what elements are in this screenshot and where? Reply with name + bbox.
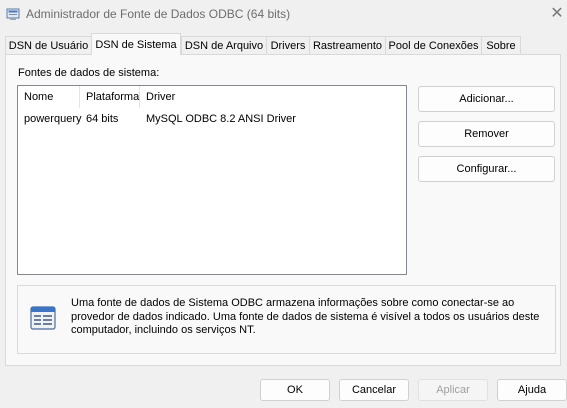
tab-panel: Fontes de dados de sistema: Nome Platafo… [5,54,561,366]
tab-tracing[interactable]: Rastreamento [309,36,386,54]
list-header: Nome Plataforma Driver [18,86,406,108]
info-text: Uma fonte de dados de Sistema ODBC armaz… [71,297,540,336]
odbc-admin-icon [6,8,20,20]
cell-platform: 64 bits [86,113,119,125]
close-button[interactable]: ✕ [547,3,567,25]
tab-connection-pool[interactable]: Pool de Conexões [385,36,482,54]
window-title: Administrador de Fonte de Dados ODBC (64… [26,7,291,21]
tab-about[interactable]: Sobre [481,36,521,54]
apply-button[interactable]: Aplicar [418,379,488,401]
data-source-icon [30,306,56,330]
cell-name: powerquery [24,113,82,125]
remove-button[interactable]: Remover [418,121,555,147]
section-label: Fontes de dados de sistema: [18,67,160,79]
system-dsn-list[interactable]: Nome Plataforma Driver powerquery 64 bit… [17,85,407,275]
tab-drivers[interactable]: Drivers [266,36,310,54]
tab-user-dsn[interactable]: DSN de Usuário [5,36,92,54]
column-header-driver[interactable]: Driver [140,86,406,108]
column-header-name[interactable]: Nome [18,86,80,108]
tab-file-dsn[interactable]: DSN de Arquivo [181,36,267,54]
table-row[interactable]: powerquery 64 bits MySQL ODBC 8.2 ANSI D… [18,110,406,128]
cell-driver: MySQL ODBC 8.2 ANSI Driver [146,113,296,125]
close-icon: ✕ [550,5,564,22]
ok-button[interactable]: OK [260,379,330,401]
configure-button[interactable]: Configurar... [418,156,555,182]
cancel-button[interactable]: Cancelar [339,379,409,401]
help-button[interactable]: Ajuda [497,379,567,401]
column-header-platform[interactable]: Plataforma [80,86,140,108]
add-button[interactable]: Adicionar... [418,86,555,112]
tab-system-dsn[interactable]: DSN de Sistema [91,33,181,55]
title-bar: Administrador de Fonte de Dados ODBC (64… [0,0,567,30]
info-box: Uma fonte de dados de Sistema ODBC armaz… [17,285,556,354]
